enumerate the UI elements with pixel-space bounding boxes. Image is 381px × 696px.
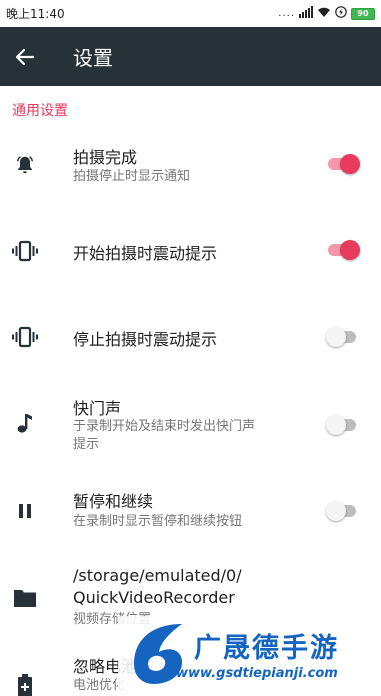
setting-row-pause-resume[interactable]: 暂停和继续 在录制时显示暂停和继续按钮: [0, 486, 381, 536]
battery-plus-icon: [11, 672, 39, 696]
section-header: 通用设置: [12, 103, 68, 119]
cell-signal-icon: [299, 6, 313, 21]
status-icons: .... 90: [278, 6, 375, 21]
setting-summary: 在录制时显示暂停和继续按钮: [73, 514, 243, 529]
capture-complete-switch[interactable]: [326, 154, 360, 174]
setting-title-line1: /storage/emulated/0/: [73, 566, 242, 585]
page-title: 设置: [73, 46, 113, 70]
status-bar: 晚上11:40 .... 90: [0, 0, 381, 27]
watermark-url: www.gsdtiepianji.com: [176, 666, 338, 681]
pause-icon: [11, 497, 39, 525]
stop-vibrate-switch[interactable]: [326, 327, 360, 347]
setting-row-stop-vibrate[interactable]: 停止拍摄时震动提示: [0, 312, 381, 362]
arrow-back-icon: [15, 48, 35, 65]
setting-title-line2: QuickVideoRecorder: [73, 588, 235, 607]
shutter-sound-switch[interactable]: [326, 415, 360, 435]
back-button[interactable]: [0, 27, 50, 86]
wifi-icon: [317, 6, 331, 21]
folder-icon: [11, 584, 39, 612]
setting-title: 停止拍摄时震动提示: [73, 330, 218, 349]
charging-icon: [335, 6, 347, 21]
setting-summary-line2: 提示: [73, 437, 100, 452]
setting-summary: 拍摄停止时显示通知: [73, 169, 191, 184]
start-vibrate-switch[interactable]: [326, 240, 360, 260]
vibrate-icon: [11, 237, 39, 265]
setting-row-capture-complete[interactable]: 拍摄完成 拍摄停止时显示通知: [0, 140, 381, 198]
setting-title: 暂停和继续: [73, 492, 154, 511]
setting-row-shutter-sound[interactable]: 快门声 于录制开始及结束时发出快门声 提示: [0, 391, 381, 459]
vibrate-icon: [11, 323, 39, 351]
music-note-icon: [11, 409, 39, 437]
setting-title: 快门声: [73, 399, 122, 418]
bell-icon: [11, 151, 39, 179]
status-time: 晚上11:40: [6, 7, 65, 21]
setting-title: 拍摄完成: [73, 148, 138, 167]
watermark-brand: 广晟德手游: [194, 633, 339, 664]
setting-summary-line1: 于录制开始及结束时发出快门声: [73, 419, 256, 434]
pause-resume-switch[interactable]: [326, 501, 360, 521]
app-bar: 设置: [0, 27, 381, 86]
setting-row-start-vibrate[interactable]: 开始拍摄时震动提示: [0, 226, 381, 276]
setting-title: 开始拍摄时震动提示: [73, 244, 218, 263]
watermark-overlay: 广晟德手游 www.gsdtiepianji.com: [118, 616, 381, 696]
signal-dots: ....: [278, 8, 295, 19]
battery-indicator: 90: [351, 7, 375, 20]
